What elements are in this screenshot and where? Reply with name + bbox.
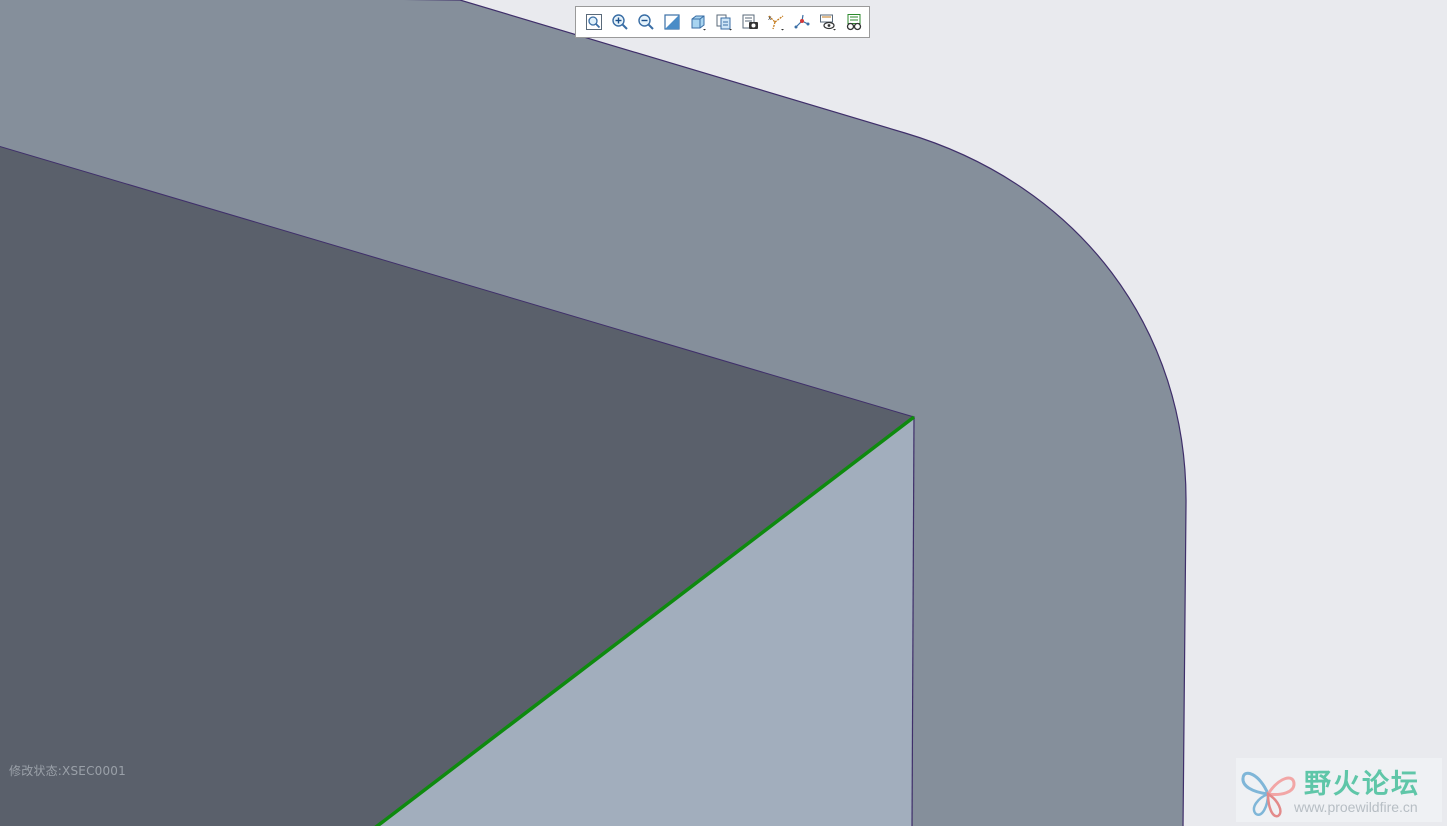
repaint-icon	[664, 14, 680, 30]
annotation-display-button[interactable]	[789, 9, 815, 35]
view-toolbar: x	[575, 6, 870, 38]
zoom-out-icon	[638, 14, 654, 30]
model-scene[interactable]	[0, 0, 1447, 826]
butterfly-logo-icon	[1241, 771, 1296, 818]
zoom-in-icon	[612, 14, 628, 30]
spin-center-icon	[820, 14, 836, 31]
refit-button[interactable]	[581, 9, 607, 35]
forum-watermark: 野火论坛 www.proewildfire.cn	[1236, 758, 1442, 822]
model-state-label: 修改状态:XSEC0001	[9, 764, 126, 778]
saved-views-icon	[716, 14, 732, 31]
display-style-icon	[691, 15, 706, 31]
watermark-url: www.proewildfire.cn	[1294, 799, 1418, 815]
annotation-display-icon	[794, 14, 810, 29]
view-manager-icon	[742, 14, 758, 29]
zoom-out-button[interactable]	[633, 9, 659, 35]
display-style-button[interactable]	[685, 9, 711, 35]
watermark-title: 野火论坛	[1304, 769, 1420, 800]
datum-display-button[interactable]: x	[763, 9, 789, 35]
view-manager-button[interactable]	[737, 9, 763, 35]
spin-center-button[interactable]	[815, 9, 841, 35]
svg-text:x: x	[768, 15, 772, 22]
graphics-viewport[interactable]: x 修改状态:XSEC0001 野火论坛 www.proewildfire.cn	[0, 0, 1447, 826]
zoom-in-button[interactable]	[607, 9, 633, 35]
repaint-button[interactable]	[659, 9, 685, 35]
appearance-button[interactable]	[841, 9, 867, 35]
refit-icon	[586, 14, 602, 30]
saved-views-button[interactable]	[711, 9, 737, 35]
datum-display-icon: x	[768, 15, 784, 31]
appearance-icon	[846, 14, 862, 31]
